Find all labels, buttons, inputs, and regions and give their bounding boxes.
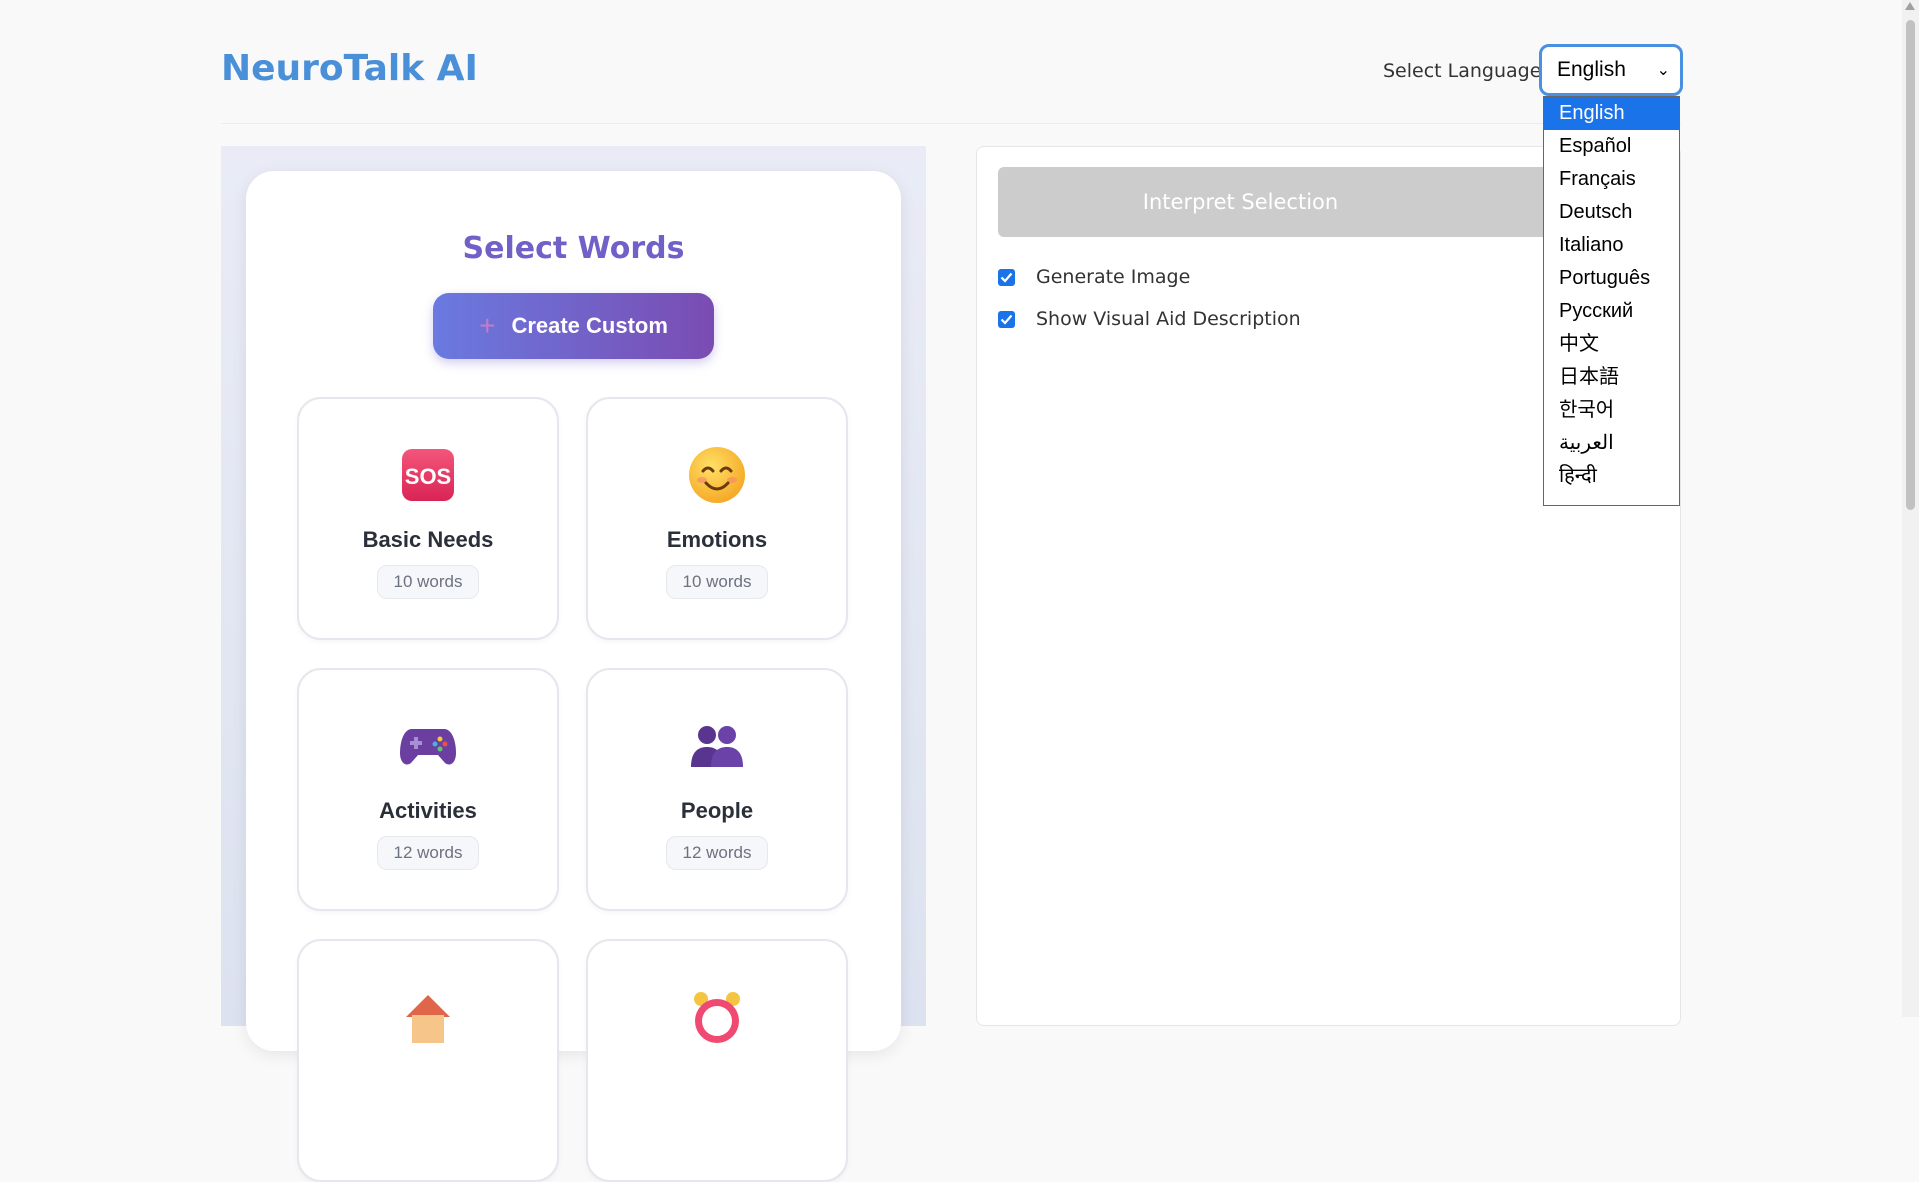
smiling-face-icon: [588, 443, 846, 507]
checkmark-icon: [1000, 272, 1013, 283]
category-word-count: 10 words: [377, 565, 479, 599]
language-option-arabic[interactable]: العربية: [1544, 427, 1679, 460]
category-card-home[interactable]: [297, 939, 559, 1182]
language-option-chinese[interactable]: 中文: [1544, 328, 1679, 361]
category-word-count: 10 words: [666, 565, 768, 599]
header-divider: [221, 123, 1681, 124]
language-option-german[interactable]: Deutsch: [1544, 196, 1679, 229]
language-option-portuguese[interactable]: Português: [1544, 262, 1679, 295]
language-option-english[interactable]: English: [1544, 97, 1679, 130]
category-name: Emotions: [666, 527, 768, 552]
words-title: Select Words: [462, 231, 685, 266]
create-custom-button[interactable]: + Create Custom: [433, 293, 714, 359]
checkmark-icon: [1000, 314, 1013, 325]
svg-text:SOS: SOS: [405, 464, 451, 489]
category-name: Basic Needs: [362, 527, 494, 552]
interpret-selection-label: Interpret Selection: [1142, 190, 1339, 214]
page-scrollbar[interactable]: [1902, 0, 1919, 1017]
category-card-emotions[interactable]: Emotions 10 words: [586, 397, 848, 640]
sos-icon: SOS: [299, 443, 557, 507]
language-label: Select Language:: [1383, 60, 1548, 82]
category-card-people[interactable]: People 12 words: [586, 668, 848, 911]
language-option-russian[interactable]: Русский: [1544, 295, 1679, 328]
category-card-time[interactable]: [586, 939, 848, 1182]
scroll-up-arrow-icon[interactable]: [1905, 2, 1915, 10]
generate-image-option[interactable]: Generate Image: [998, 266, 1190, 288]
visual-aid-option[interactable]: Show Visual Aid Description: [998, 308, 1301, 330]
category-card-basic-needs[interactable]: SOS Basic Needs 10 words: [297, 397, 559, 640]
language-option-spanish[interactable]: Español: [1544, 130, 1679, 163]
people-icon: [588, 714, 846, 778]
alarm-clock-icon: [588, 985, 846, 1049]
house-icon: [299, 985, 557, 1049]
language-option-hindi[interactable]: हिन्दी: [1544, 460, 1679, 493]
category-word-count: 12 words: [377, 836, 479, 870]
category-name: Activities: [379, 798, 477, 823]
language-option-korean[interactable]: 한국어: [1544, 394, 1679, 427]
language-dropdown-menu[interactable]: English Español Français Deutsch Italian…: [1543, 96, 1680, 506]
create-custom-label: Create Custom: [511, 313, 668, 338]
language-option-french[interactable]: Français: [1544, 163, 1679, 196]
category-card-activities[interactable]: Activities 12 words: [297, 668, 559, 911]
app-title: NeuroTalk AI: [221, 48, 478, 89]
game-controller-icon: [299, 714, 557, 778]
language-option-italian[interactable]: Italiano: [1544, 229, 1679, 262]
plus-icon: +: [479, 310, 496, 341]
category-word-count: 12 words: [666, 836, 768, 870]
language-option-japanese[interactable]: 日本語: [1544, 361, 1679, 394]
scrollbar-thumb[interactable]: [1906, 20, 1915, 510]
words-card: Select Words + Create Custom SOS Basic N…: [246, 171, 901, 1182]
language-selected-value: English: [1557, 58, 1626, 81]
generate-image-checkbox[interactable]: [998, 268, 1015, 286]
chevron-down-icon: ⌄: [1656, 62, 1670, 79]
category-name: People: [680, 798, 754, 823]
language-select[interactable]: English ⌄: [1539, 44, 1683, 96]
visual-aid-label: Show Visual Aid Description: [1036, 308, 1301, 330]
generate-image-label: Generate Image: [1036, 266, 1191, 288]
visual-aid-checkbox[interactable]: [998, 310, 1015, 328]
